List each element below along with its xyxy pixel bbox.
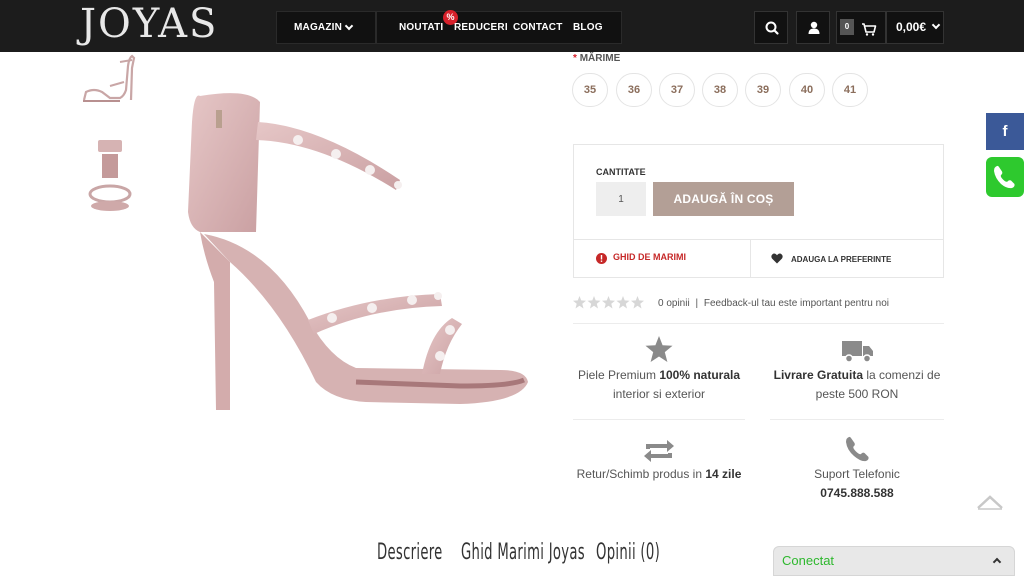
reviews-separator: | (695, 298, 699, 309)
feature-phone-support: Suport Telefonic 0745.888.588 (770, 465, 944, 503)
size-option[interactable]: 40 (789, 73, 825, 107)
reviews-count-link[interactable]: 0 opinii (658, 298, 690, 309)
thumbnail-side-view[interactable] (80, 52, 138, 104)
feature-text: Retur/Schimb produs in (576, 467, 706, 481)
cart-total[interactable]: 0,00€ (896, 20, 926, 34)
site-logo[interactable]: JOYAS (80, 2, 218, 46)
site-header: JOYAS MAGAZIN NOUTATI % REDUCERI CONTACT… (0, 0, 1024, 52)
nav-contact[interactable]: CONTACT (513, 22, 563, 33)
quantity-label: CANTITATE (596, 167, 646, 177)
facebook-icon: f (1002, 123, 1008, 140)
nav-magazin-label[interactable]: MAGAZIN (294, 22, 342, 33)
size-option[interactable]: 37 (659, 73, 695, 107)
divider (573, 419, 745, 420)
info-icon (596, 253, 607, 264)
whatsapp-button[interactable] (986, 157, 1024, 197)
account-button[interactable] (796, 11, 830, 44)
thumbnail-front-view[interactable] (86, 136, 134, 216)
divider (770, 419, 944, 420)
size-option[interactable]: 41 (832, 73, 868, 107)
feature-free-shipping: Livrare Gratuita la comenzi de peste 500… (770, 366, 944, 404)
size-option[interactable]: 38 (702, 73, 738, 107)
user-icon (808, 21, 820, 34)
divider (573, 323, 944, 324)
add-to-cart-button[interactable]: ADAUGĂ ÎN COȘ (653, 182, 794, 216)
size-option[interactable]: 36 (616, 73, 652, 107)
exchange-icon (644, 440, 674, 462)
nav-blog[interactable]: BLOG (573, 22, 603, 33)
chat-status[interactable]: Conectat (782, 553, 834, 568)
star-icon (645, 336, 673, 362)
product-page: JOYAS MAGAZIN NOUTATI % REDUCERI CONTACT… (0, 0, 1024, 576)
feature-text-bold: Livrare Gratuita (773, 368, 863, 382)
feature-text-bold: 100% naturala (659, 368, 741, 382)
tab-descriere[interactable]: Descriere (377, 540, 443, 565)
feature-text: Suport Telefonic (814, 467, 900, 481)
tab-opinii[interactable]: Opinii (0) (596, 540, 660, 565)
truck-icon (842, 341, 873, 363)
scroll-to-top-icon[interactable] (976, 494, 1004, 510)
add-to-favorites-link[interactable]: ADAUGA LA PREFERINTE (791, 255, 891, 264)
size-guide-link[interactable]: GHID DE MARIMI (613, 252, 686, 262)
heart-icon (771, 253, 783, 264)
feedback-text: Feedback-ul tau este important pentru no… (703, 298, 889, 309)
product-image[interactable] (160, 82, 550, 427)
reviews-line: 0 opinii | Feedback-ul tau este importan… (658, 298, 889, 309)
nav-noutati[interactable]: NOUTATI (399, 22, 443, 33)
required-mark: * (573, 53, 577, 64)
phone-icon (846, 436, 869, 462)
feature-leather: Piele Premium 100% naturala interior si … (573, 366, 745, 404)
size-label: * MĂRIME (573, 53, 620, 64)
feature-text-bold: 14 zile (705, 467, 742, 481)
phone-number[interactable]: 0745.888.588 (820, 486, 893, 500)
size-option[interactable]: 35 (572, 73, 608, 107)
divider (573, 239, 944, 240)
feature-text: Piele Premium (577, 368, 660, 382)
rating-stars[interactable] (573, 296, 645, 309)
cart-count-badge: 0 (840, 19, 854, 35)
nav-reduceri[interactable]: REDUCERI (454, 22, 508, 33)
search-icon (765, 21, 779, 35)
tab-ghid-marimi[interactable]: Ghid Marimi Joyas (461, 540, 585, 565)
search-button[interactable] (754, 11, 788, 44)
quantity-input[interactable] (596, 182, 646, 216)
feature-return: Retur/Schimb produs in 14 zile (573, 465, 745, 484)
facebook-button[interactable]: f (986, 113, 1024, 150)
size-label-text: MĂRIME (579, 53, 621, 64)
size-option[interactable]: 39 (745, 73, 781, 107)
divider (750, 239, 751, 278)
feature-text: interior si exterior (612, 387, 706, 401)
